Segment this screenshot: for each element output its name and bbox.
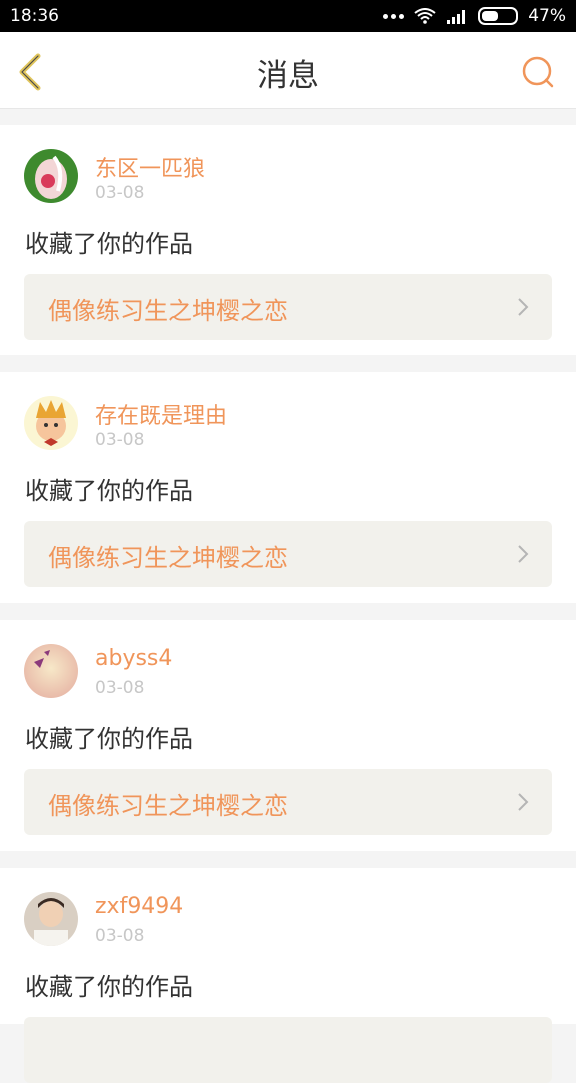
status-time: 18:36 (10, 6, 59, 26)
message-action: 收藏了你的作品 (25, 230, 193, 258)
user-name[interactable]: abyss4 (95, 646, 172, 671)
work-link[interactable] (24, 1017, 552, 1083)
avatar[interactable] (24, 149, 78, 203)
message-action: 收藏了你的作品 (25, 973, 193, 1001)
chevron-right-icon (518, 298, 529, 316)
message-date: 03-08 (95, 926, 145, 946)
message-date: 03-08 (95, 430, 145, 450)
status-icons: 47% (383, 6, 566, 26)
user-name[interactable]: 东区一匹狼 (95, 151, 205, 183)
work-link[interactable]: 偶像练习生之坤樱之恋 (24, 521, 552, 587)
more-dots-icon (383, 13, 405, 19)
message-card: zxf9494 03-08 收藏了你的作品 (0, 868, 576, 1083)
avatar[interactable] (24, 396, 78, 450)
search-icon[interactable] (520, 54, 556, 90)
message-action: 收藏了你的作品 (25, 725, 193, 753)
battery-percent: 47% (528, 6, 566, 26)
page-title: 消息 (257, 58, 319, 94)
message-date: 03-08 (95, 678, 145, 698)
status-bar: 18:36 47% (0, 0, 576, 32)
message-card: 东区一匹狼 03-08 收藏了你的作品 偶像练习生之坤樱之恋 (0, 125, 576, 355)
avatar[interactable] (24, 892, 78, 946)
chevron-right-icon (518, 793, 529, 811)
work-link[interactable]: 偶像练习生之坤樱之恋 (24, 769, 552, 835)
work-title: 偶像练习生之坤樱之恋 (48, 792, 288, 820)
work-link[interactable]: 偶像练习生之坤樱之恋 (24, 274, 552, 340)
chevron-right-icon (518, 545, 529, 563)
message-date: 03-08 (95, 183, 145, 203)
work-title: 偶像练习生之坤樱之恋 (48, 297, 288, 325)
header: 消息 (0, 32, 576, 109)
signal-icon (447, 10, 466, 24)
message-card: abyss4 03-08 收藏了你的作品 偶像练习生之坤樱之恋 (0, 620, 576, 851)
avatar[interactable] (24, 644, 78, 698)
message-card: 存在既是理由 03-08 收藏了你的作品 偶像练习生之坤樱之恋 (0, 372, 576, 603)
user-name[interactable]: zxf9494 (95, 894, 183, 919)
user-name[interactable]: 存在既是理由 (95, 398, 227, 430)
work-title: 偶像练习生之坤樱之恋 (48, 544, 288, 572)
message-action: 收藏了你的作品 (25, 477, 193, 505)
battery-icon (478, 7, 519, 25)
wifi-icon (414, 8, 436, 24)
